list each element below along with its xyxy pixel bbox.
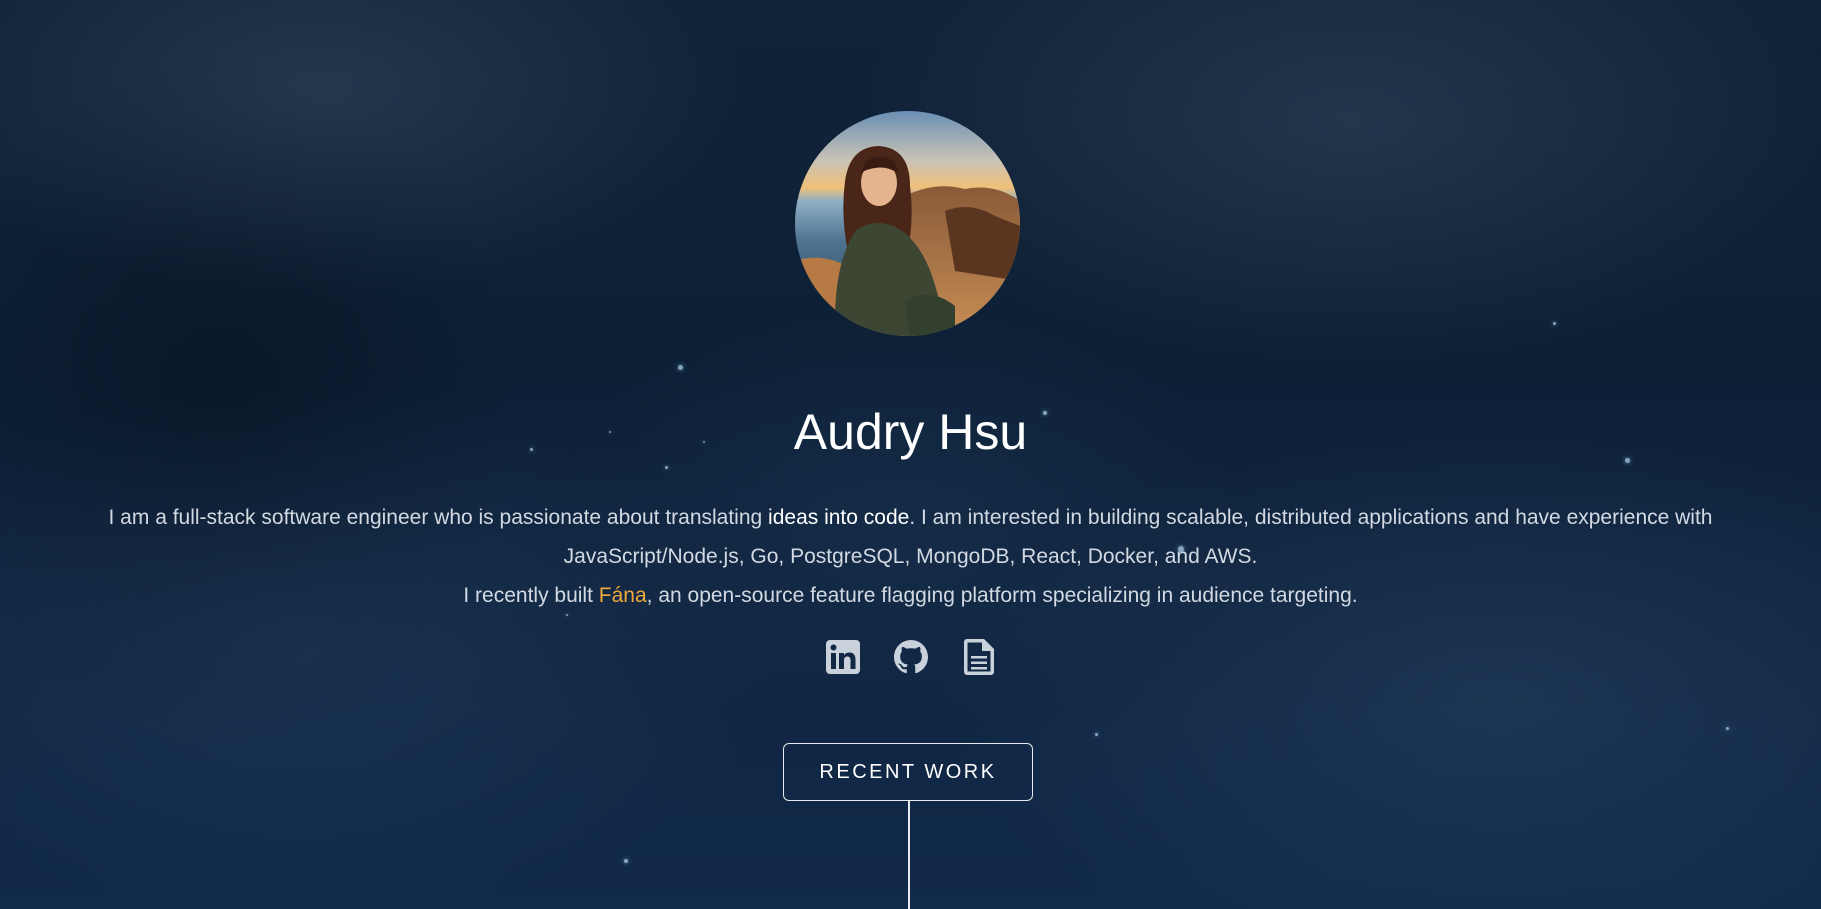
resume-link[interactable] (962, 638, 996, 676)
star (1095, 733, 1098, 736)
bio-recent-desc: , an open-source feature flagging platfo… (646, 584, 1358, 607)
linkedin-link[interactable] (825, 638, 860, 676)
fana-project-link[interactable]: Fána (599, 584, 647, 607)
resume-icon (963, 639, 994, 675)
page-title: Audry Hsu (793, 404, 1028, 460)
github-link[interactable] (893, 638, 928, 676)
star (1726, 727, 1729, 730)
social-links (0, 638, 1821, 676)
star (665, 466, 668, 469)
recent-work-button[interactable]: RECENT WORK (783, 743, 1033, 801)
avatar (795, 111, 1020, 336)
github-icon (893, 640, 928, 674)
star (624, 859, 628, 863)
bio-recent-intro: I recently built (463, 584, 599, 607)
bio-intro: I am a full-stack software engineer who … (108, 506, 769, 529)
bio-highlight: ideas into code (768, 506, 910, 529)
connector-line (908, 801, 910, 909)
avatar-photo (795, 111, 1020, 336)
star (678, 365, 683, 370)
bio-text: I am a full-stack software engineer who … (40, 498, 1781, 615)
star (1553, 322, 1556, 325)
linkedin-icon (825, 640, 860, 674)
